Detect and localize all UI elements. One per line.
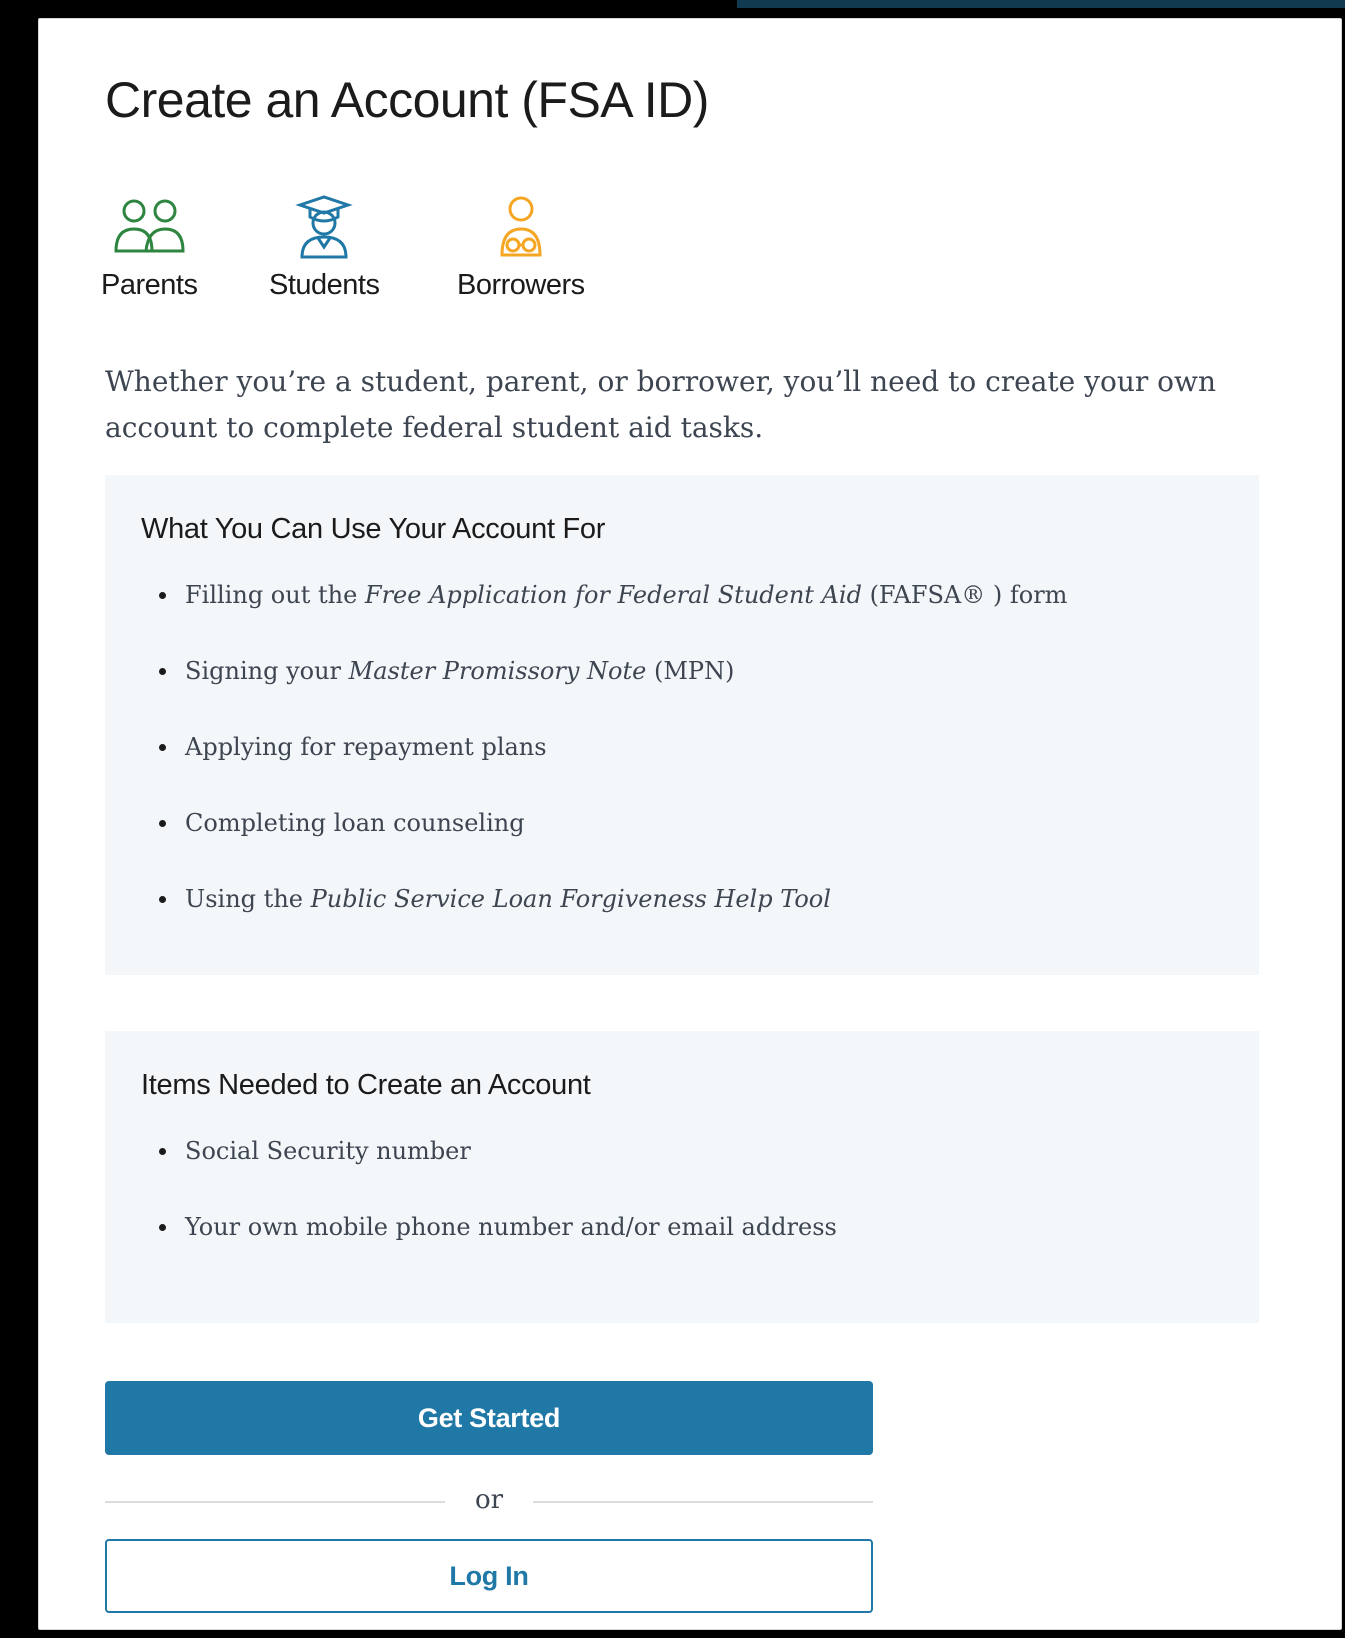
create-account-card: Create an Account (FSA ID) Parents Stude… xyxy=(38,18,1342,1630)
list-item: Using the Public Service Loan Forgivenes… xyxy=(158,885,1067,961)
item-text: Using the xyxy=(185,885,311,913)
item-text: Applying for repayment plans xyxy=(185,733,547,761)
item-italic-text: Master Promissory Note xyxy=(348,657,647,685)
item-text: Filling out the xyxy=(185,581,365,609)
parents-icon xyxy=(114,199,185,253)
uses-panel-title: What You Can Use Your Account For xyxy=(141,513,606,545)
top-accent-bar xyxy=(737,0,1345,8)
needed-panel: Items Needed to Create an Account Social… xyxy=(105,1031,1259,1323)
item-italic-text: Public Service Loan Forgiveness Help Too… xyxy=(310,885,831,913)
list-item: Your own mobile phone number and/or emai… xyxy=(159,1213,837,1289)
log-in-button[interactable]: Log In xyxy=(105,1539,873,1613)
needed-panel-title: Items Needed to Create an Account xyxy=(141,1069,591,1101)
list-item: Social Security number xyxy=(159,1137,837,1213)
list-item: Completing loan counseling xyxy=(158,809,1067,885)
audience-label: Students xyxy=(269,269,380,301)
audience-borrowers: Borrowers xyxy=(457,195,585,325)
audience-parents: Parents xyxy=(101,195,198,325)
needed-list: Social Security number Your own mobile p… xyxy=(159,1137,837,1289)
intro-text: Whether you’re a student, parent, or bor… xyxy=(105,365,1217,444)
page-title: Create an Account (FSA ID) xyxy=(105,72,709,128)
item-italic-text: Free Application for Federal Student Aid xyxy=(364,581,862,609)
audience-label: Parents xyxy=(101,269,198,301)
item-text: (FAFSA® ) form xyxy=(861,581,1068,609)
borrower-icon xyxy=(500,196,542,257)
list-item: Signing your Master Promissory Note (MPN… xyxy=(158,657,1067,733)
or-divider: or xyxy=(105,1485,873,1515)
list-item: Filling out the Free Application for Fed… xyxy=(158,581,1068,657)
student-graduate-icon xyxy=(295,195,353,259)
list-item: Applying for repayment plans xyxy=(158,733,1067,809)
get-started-button[interactable]: Get Started xyxy=(105,1381,873,1455)
audience-students: Students xyxy=(269,195,380,325)
uses-panel: What You Can Use Your Account For Fillin… xyxy=(105,475,1259,975)
audience-label: Borrowers xyxy=(457,269,585,301)
item-text: Signing your xyxy=(185,657,349,685)
item-text: Completing loan counseling xyxy=(185,809,525,837)
or-label: or xyxy=(474,1485,504,1515)
item-text: (MPN) xyxy=(646,657,735,685)
uses-list: Filling out the Free Application for Fed… xyxy=(158,581,1068,961)
